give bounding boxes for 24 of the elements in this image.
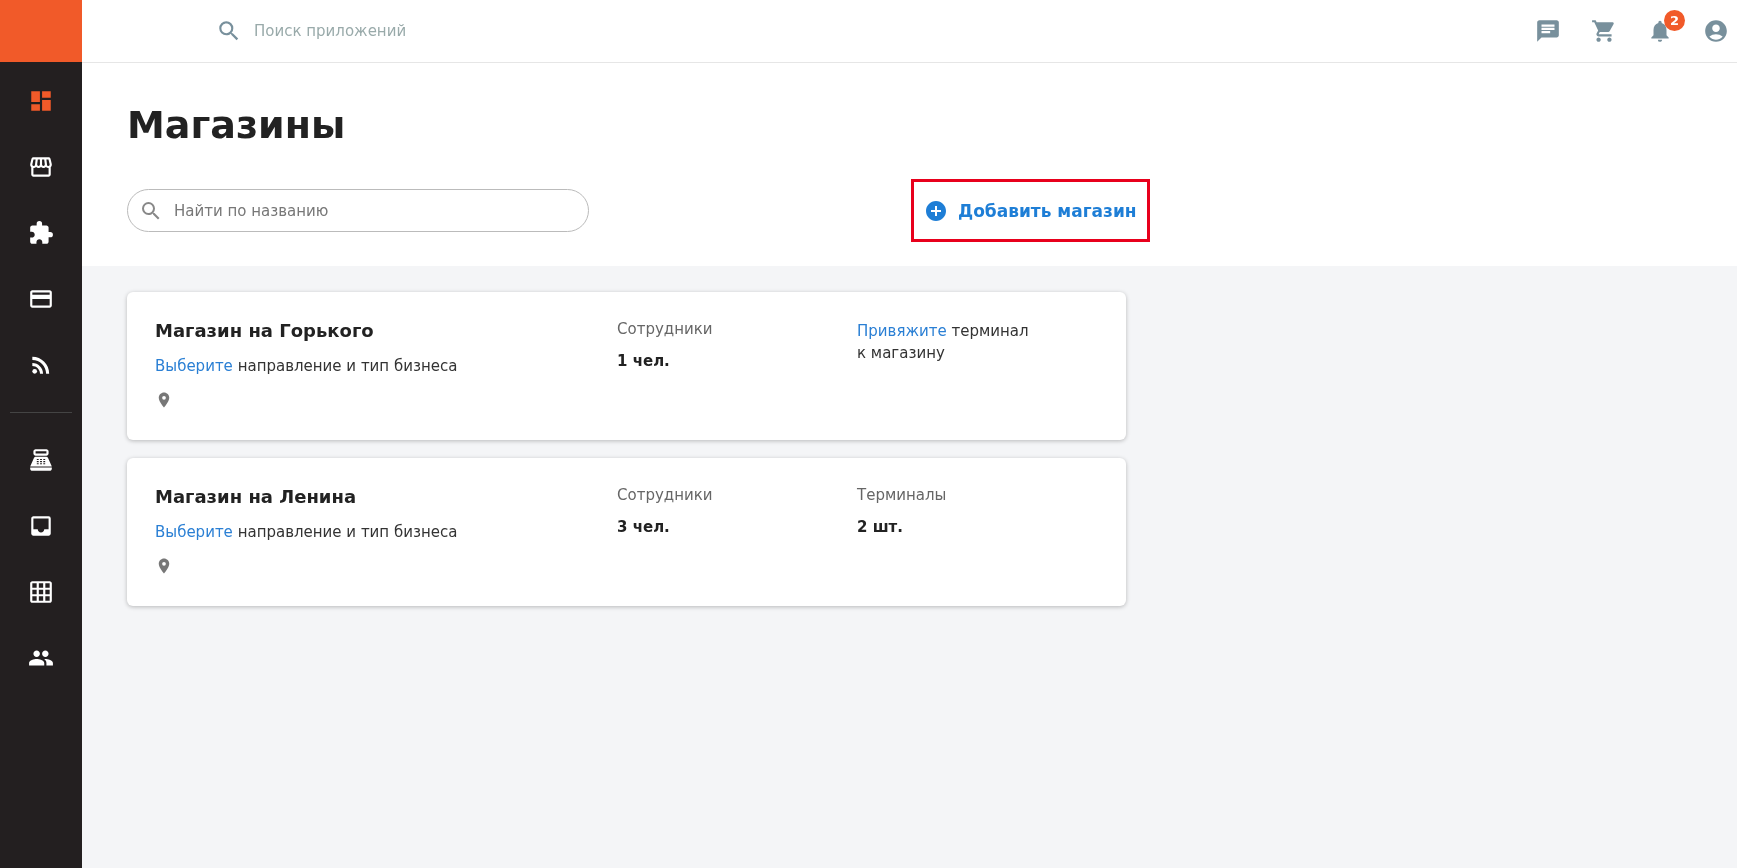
employees-value: 3 чел. [617, 518, 670, 536]
plus-icon [924, 198, 948, 223]
business-prompt: Выберите направление и тип бизнеса [155, 356, 458, 377]
business-prompt: Выберите направление и тип бизнеса [155, 522, 458, 543]
chat-icon[interactable] [1535, 18, 1561, 44]
choose-link[interactable]: Выберите [155, 357, 233, 375]
store-card[interactable]: Магазин на Ленина Выберите направление и тип бизнеса Сотрудники 3 чел. Терминалы 2 шт. [127, 458, 1126, 606]
store-search-field[interactable]: Найти по названию [127, 189, 589, 232]
choose-link[interactable]: Выберите [155, 523, 233, 541]
add-store-button[interactable]: Добавить магазин [911, 179, 1150, 242]
bind-link[interactable]: Привяжите [857, 322, 947, 340]
account-icon[interactable] [1703, 18, 1729, 44]
terminal-prompt: Привяжите терминал к магазину [857, 321, 1030, 364]
page-title: Магазины [127, 103, 347, 147]
employees-value: 1 чел. [617, 352, 670, 370]
cart-icon[interactable] [1591, 18, 1617, 44]
notification-badge: 2 [1664, 10, 1685, 31]
store-name: Магазин на Ленина [155, 486, 357, 507]
store-card[interactable]: Магазин на Горького Выберите направление и тип бизнеса Сотрудники 1 чел. Привяжите терминал к магазину [127, 292, 1126, 440]
employees-label: Сотрудники [617, 320, 713, 338]
terminals-label: Терминалы [857, 486, 947, 504]
terminals-value: 2 шт. [857, 518, 903, 536]
store-name: Магазин на Горького [155, 320, 374, 341]
employees-label: Сотрудники [617, 486, 713, 504]
